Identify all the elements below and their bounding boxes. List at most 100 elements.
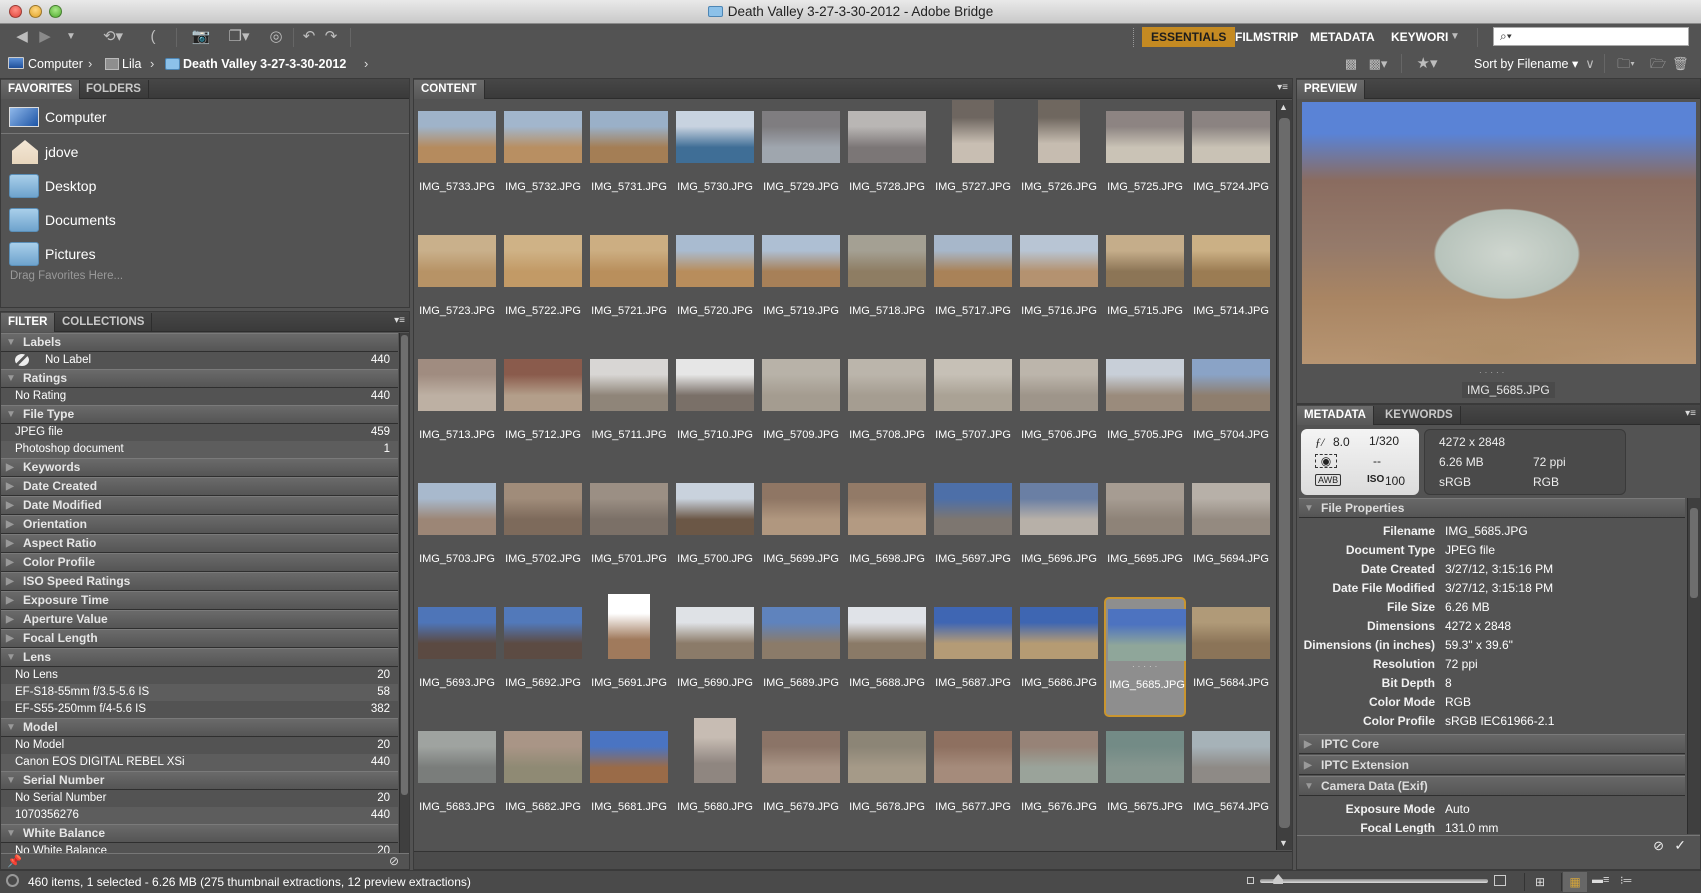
workspace-dropdown-icon[interactable]: ▼ (1448, 28, 1462, 46)
thumbnail-image[interactable] (590, 359, 668, 411)
workspace-essentials[interactable]: ESSENTIALS (1142, 27, 1236, 47)
favorite-computer[interactable]: Computer (1, 100, 409, 134)
metadata-value[interactable]: sRGB IEC61966-2.1 (1445, 712, 1554, 731)
metadata-value[interactable]: 4272 x 2848 (1445, 617, 1511, 636)
rating-dots[interactable]: ····· (1132, 662, 1160, 671)
scroll-down-icon[interactable]: ▼ (1279, 838, 1288, 848)
thumbnail-image[interactable] (934, 607, 1012, 659)
rotate-right-icon[interactable]: ↷ (322, 28, 340, 46)
panel-menu-icon[interactable]: ▾≡ (1277, 82, 1288, 93)
sort-direction-icon[interactable]: ∨ (1582, 55, 1598, 73)
thumbnail-cell[interactable]: IMG_5690.JPG (674, 597, 756, 717)
reveal-recent-icon[interactable]: ⟲▾ (98, 28, 128, 46)
thumbnail-image[interactable] (694, 718, 736, 783)
filter-row[interactable]: No Serial Number 20 (1, 790, 398, 807)
thumbnail-cell[interactable]: IMG_5677.JPG (932, 721, 1014, 841)
favorite-pictures[interactable]: Pictures (1, 237, 409, 271)
thumbnail-image[interactable] (848, 731, 926, 783)
view-list-icon[interactable]: ⁝═ (1620, 874, 1631, 887)
breadcrumb-lila[interactable]: Lila (122, 56, 141, 72)
tab-collections[interactable]: COLLECTIONS (55, 313, 153, 332)
workspace-metadata[interactable]: METADATA (1301, 27, 1384, 47)
filter-row[interactable]: EF-S55-250mm f/4-5.6 IS 382 (1, 701, 398, 718)
thumbnail-image[interactable] (504, 607, 582, 659)
thumbnail-cell[interactable]: IMG_5678.JPG (846, 721, 928, 841)
thumbnail-image[interactable] (418, 483, 496, 535)
thumbnail-cell[interactable]: IMG_5706.JPG (1018, 349, 1100, 469)
camera-import-icon[interactable]: 📷 (190, 28, 212, 46)
thumbnail-image[interactable] (590, 235, 668, 287)
thumbnail-image[interactable] (762, 731, 840, 783)
thumbnail-image[interactable] (762, 235, 840, 287)
disclosure-open-icon[interactable]: ▼ (6, 370, 16, 387)
search-input[interactable]: ⌕▾ (1493, 27, 1689, 46)
thumbnail-cell[interactable]: IMG_5714.JPG (1190, 225, 1272, 345)
thumbnail-image[interactable] (1020, 607, 1098, 659)
metadata-value[interactable]: 72 ppi (1445, 655, 1478, 674)
scrollbar-thumb[interactable] (1690, 508, 1698, 598)
content-hscroll[interactable] (414, 851, 1292, 869)
apply-metadata-icon[interactable]: ✓ (1674, 837, 1686, 854)
thumbnail-image[interactable] (1108, 609, 1186, 661)
thumbnail-cell[interactable]: IMG_5688.JPG (846, 597, 928, 717)
thumbnail-image[interactable] (934, 235, 1012, 287)
thumbnail-image[interactable] (1192, 235, 1270, 287)
breadcrumb-current-folder[interactable]: Death Valley 3-27-3-30-2012 (183, 56, 346, 72)
thumbnail-cell[interactable]: IMG_5728.JPG (846, 101, 928, 221)
filter-row[interactable]: 1070356276 440 (1, 807, 398, 824)
sort-dropdown[interactable]: Sort by Filename ▾ (1474, 56, 1578, 72)
filter-section-aperture-value[interactable]: ▶ Aperture Value (1, 610, 398, 629)
view-details-icon[interactable]: ▬≡ (1592, 874, 1609, 886)
thumbnail-image[interactable] (504, 483, 582, 535)
thumbnail-image[interactable] (848, 607, 926, 659)
minimize-window-button[interactable] (29, 5, 42, 18)
disclosure-closed-icon[interactable]: ▶ (6, 478, 14, 495)
thumbnail-cell[interactable]: IMG_5683.JPG (416, 721, 498, 841)
thumbnail-cell[interactable]: IMG_5724.JPG (1190, 101, 1272, 221)
metadata-value[interactable]: JPEG file (1445, 541, 1495, 560)
thumbnail-cell[interactable]: IMG_5691.JPG (588, 594, 670, 717)
thumbnail-cell[interactable]: IMG_5689.JPG (760, 597, 842, 717)
thumbnail-image[interactable] (1106, 359, 1184, 411)
thumbnail-cell[interactable]: IMG_5704.JPG (1190, 349, 1272, 469)
thumbnail-cell[interactable]: IMG_5732.JPG (502, 101, 584, 221)
disclosure-closed-icon[interactable]: ▶ (1304, 735, 1312, 754)
thumbnail-cell[interactable]: IMG_5698.JPG (846, 473, 928, 593)
thumbnail-size-slider[interactable] (1260, 874, 1488, 884)
disclosure-open-icon[interactable]: ▼ (1304, 499, 1314, 518)
thumbnail-image[interactable] (1106, 235, 1184, 287)
favorite-jdove[interactable]: jdove (1, 135, 409, 169)
thumbnail-image[interactable] (934, 483, 1012, 535)
clear-filter-icon[interactable]: ⊘ (389, 854, 399, 868)
thumbnail-image[interactable] (934, 359, 1012, 411)
thumbnail-image[interactable] (676, 607, 754, 659)
filter-section-orientation[interactable]: ▶ Orientation (1, 515, 398, 534)
thumbnail-image[interactable] (762, 607, 840, 659)
thumbnail-image[interactable] (676, 235, 754, 287)
filter-section-aspect-ratio[interactable]: ▶ Aspect Ratio (1, 534, 398, 553)
disclosure-closed-icon[interactable]: ▶ (6, 497, 14, 514)
disclosure-open-icon[interactable]: ▼ (6, 406, 16, 423)
disclosure-open-icon[interactable]: ▼ (6, 334, 16, 351)
thumbnail-quality-dropdown-icon[interactable]: ▩▾ (1365, 55, 1391, 73)
boomerang-icon[interactable]: ( (144, 28, 162, 46)
thumbnail-image[interactable] (952, 100, 994, 163)
thumbnail-cell[interactable]: IMG_5692.JPG (502, 597, 584, 717)
recent-dropdown-icon[interactable]: ▼ (64, 28, 78, 46)
thumbnail-cell[interactable]: IMG_5708.JPG (846, 349, 928, 469)
open-recent-folder-icon[interactable]: 🗀▾ (1612, 55, 1640, 73)
thumbnail-cell[interactable]: IMG_5716.JPG (1018, 225, 1100, 345)
rotate-left-icon[interactable]: ↶ (300, 28, 318, 46)
output-icon[interactable]: ❐▾ (224, 28, 254, 46)
cancel-metadata-icon[interactable]: ⊘ (1653, 838, 1664, 854)
thumbnail-cell[interactable]: IMG_5695.JPG (1104, 473, 1186, 593)
filter-row[interactable]: Canon EOS DIGITAL REBEL XSi 440 (1, 754, 398, 771)
filter-section-file-type[interactable]: ▼ File Type (1, 405, 398, 424)
thumbnail-image[interactable] (848, 235, 926, 287)
thumbnail-cell[interactable]: IMG_5717.JPG (932, 225, 1014, 345)
thumbnail-cell[interactable]: IMG_5707.JPG (932, 349, 1014, 469)
thumbnail-cell[interactable]: IMG_5723.JPG (416, 225, 498, 345)
thumbnail-image[interactable] (762, 483, 840, 535)
thumbnail-cell[interactable]: IMG_5679.JPG (760, 721, 842, 841)
forward-arrow-icon[interactable]: ▶ (36, 28, 54, 46)
